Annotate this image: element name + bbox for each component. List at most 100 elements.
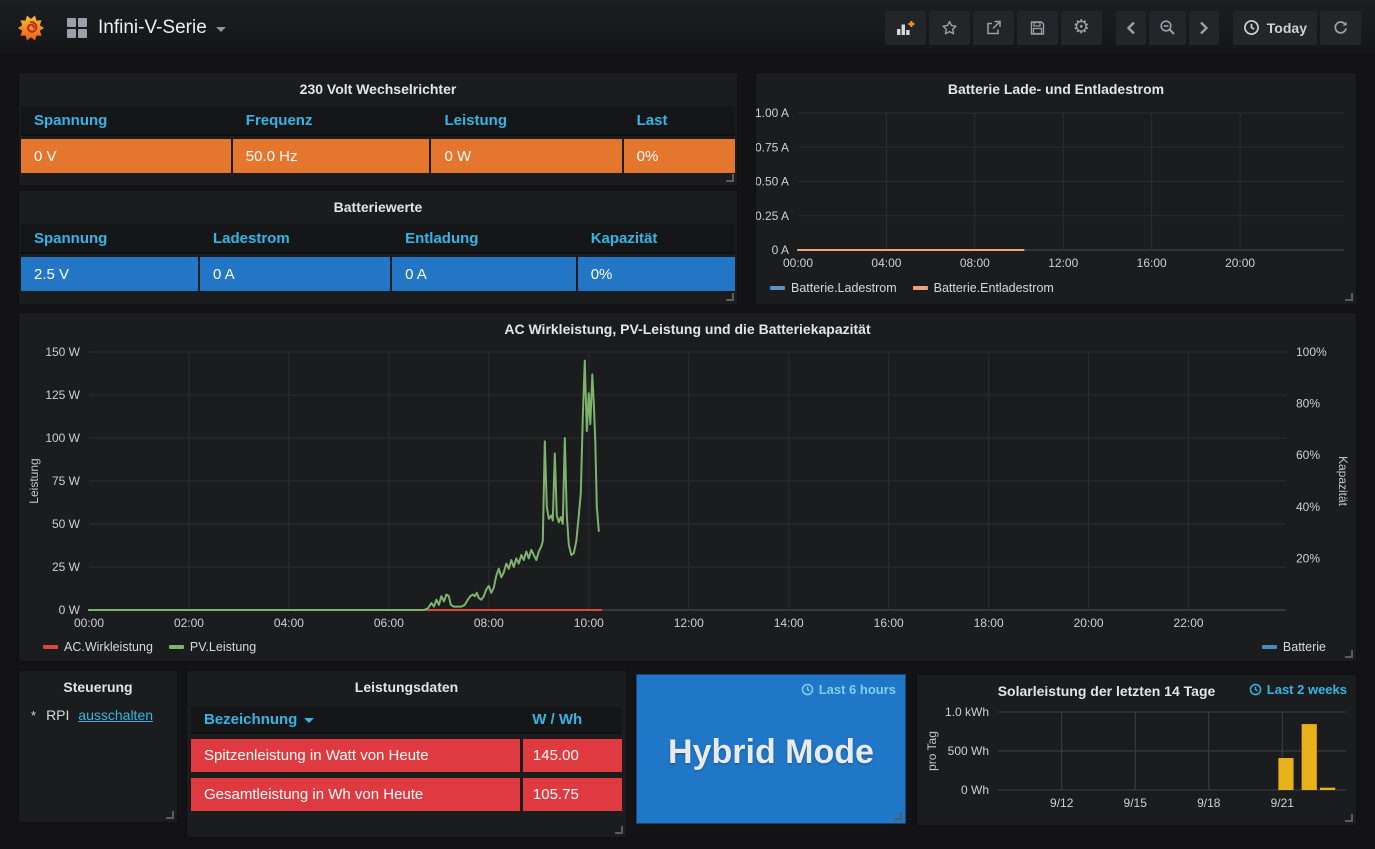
panel-resize-handle[interactable] xyxy=(894,812,902,820)
panel-resize-handle[interactable] xyxy=(615,826,623,834)
time-range-button[interactable]: Today xyxy=(1233,11,1317,45)
svg-text:20:00: 20:00 xyxy=(1074,616,1104,630)
settings-button[interactable]: ⚙ xyxy=(1061,11,1102,45)
svg-text:50 W: 50 W xyxy=(52,517,81,531)
svg-text:100%: 100% xyxy=(1296,345,1327,359)
legend-item[interactable]: Batterie xyxy=(1262,640,1326,654)
time-override-badge: Last 6 hours xyxy=(801,682,896,697)
legend-swatch-icon xyxy=(1262,645,1277,649)
star-button[interactable] xyxy=(929,11,970,45)
value-cell-frequenz: 50.0 Hz xyxy=(233,139,430,173)
chart-legend: Batterie.Ladestrom Batterie.Entladestrom xyxy=(770,281,1070,295)
panel-title[interactable]: 230 Volt Wechselrichter xyxy=(19,81,737,97)
battery-current-chart[interactable]: 0 A0.25 A0.50 A0.75 A1.00 A00:0004:0008:… xyxy=(756,73,1356,309)
gear-icon: ⚙ xyxy=(1073,18,1090,37)
column-header[interactable]: Spannung xyxy=(21,112,231,129)
panel-batteriewerte: Batteriewerte Spannung Ladestrom Entladu… xyxy=(18,190,738,305)
svg-text:9/12: 9/12 xyxy=(1050,796,1074,810)
share-button[interactable] xyxy=(973,11,1014,45)
column-header[interactable]: Entladung xyxy=(392,230,576,247)
legend-item[interactable]: AC.Wirkleistung xyxy=(43,640,153,654)
legend-swatch-icon xyxy=(43,645,58,649)
legend-swatch-icon xyxy=(770,286,785,290)
column-header[interactable]: Frequenz xyxy=(233,112,430,129)
grafana-logo-icon[interactable] xyxy=(17,14,45,42)
panel-resize-handle[interactable] xyxy=(166,811,174,819)
bullet: * xyxy=(31,708,36,723)
caret-down-icon xyxy=(216,27,226,32)
legend-label: AC.Wirkleistung xyxy=(64,640,153,654)
steuerung-content: * RPI ausschalten xyxy=(31,707,153,723)
save-button[interactable] xyxy=(1017,11,1058,45)
svg-text:9/21: 9/21 xyxy=(1271,796,1295,810)
column-header[interactable]: Spannung xyxy=(21,230,198,247)
panel-resize-handle[interactable] xyxy=(1345,814,1353,822)
svg-text:100 W: 100 W xyxy=(45,431,80,445)
table-header-row: Spannung Frequenz Leistung Last xyxy=(21,106,735,136)
svg-text:06:00: 06:00 xyxy=(374,616,404,630)
legend-label: Batterie.Entladestrom xyxy=(934,281,1054,295)
column-header[interactable]: Last xyxy=(624,112,735,129)
zoom-out-button[interactable] xyxy=(1149,11,1186,45)
svg-text:25 W: 25 W xyxy=(52,560,81,574)
refresh-icon xyxy=(1332,19,1349,36)
svg-text:08:00: 08:00 xyxy=(960,256,990,270)
value-cell-spannung: 2.5 V xyxy=(21,257,198,291)
value-cell-leistung: 0 W xyxy=(431,139,621,173)
svg-text:00:00: 00:00 xyxy=(783,256,813,270)
panel-solar-chart: Solarleistung der letzten 14 Tage Last 2… xyxy=(916,674,1357,826)
svg-text:0 Wh: 0 Wh xyxy=(961,783,989,797)
svg-text:02:00: 02:00 xyxy=(174,616,204,630)
legend-item[interactable]: Batterie.Ladestrom xyxy=(770,281,897,295)
clock-icon xyxy=(1243,19,1260,36)
table-header-row: Spannung Ladestrom Entladung Kapazität xyxy=(21,224,735,254)
panel-resize-handle[interactable] xyxy=(726,293,734,301)
panel-hybrid-mode: Last 6 hours Hybrid Mode xyxy=(636,674,906,824)
hybrid-mode-text: Hybrid Mode xyxy=(637,733,905,772)
column-header[interactable]: Kapazität xyxy=(578,230,735,247)
refresh-button[interactable] xyxy=(1320,11,1361,45)
panel-title[interactable]: Batteriewerte xyxy=(19,199,737,215)
add-panel-button[interactable] xyxy=(885,11,926,45)
column-header[interactable]: Ladestrom xyxy=(200,230,390,247)
time-forward-button[interactable] xyxy=(1189,11,1219,45)
svg-text:16:00: 16:00 xyxy=(874,616,904,630)
svg-text:500 Wh: 500 Wh xyxy=(948,744,989,758)
column-header-bezeichnung[interactable]: Bezeichnung xyxy=(191,711,522,728)
solar-daily-chart[interactable]: 0 Wh500 Wh1.0 kWh9/129/159/189/21pro Tag xyxy=(917,675,1356,830)
svg-text:9/18: 9/18 xyxy=(1197,796,1221,810)
legend-label: Batterie xyxy=(1283,640,1326,654)
nav-toolbar: ⚙ Today xyxy=(882,11,1361,45)
column-header[interactable]: Leistung xyxy=(431,112,621,129)
legend-item[interactable]: Batterie.Entladestrom xyxy=(913,281,1054,295)
table-header-row: Bezeichnung W / Wh xyxy=(191,707,622,734)
chart-legend: AC.Wirkleistung PV.Leistung xyxy=(43,640,272,654)
svg-text:14:00: 14:00 xyxy=(774,616,804,630)
zoom-out-icon xyxy=(1159,19,1176,36)
dashboard-title-dropdown[interactable]: Infini-V-Serie xyxy=(98,17,226,39)
chart-legend: Batterie xyxy=(1262,640,1342,654)
panel-steuerung: Steuerung * RPI ausschalten xyxy=(18,670,178,823)
panel-resize-handle[interactable] xyxy=(726,174,734,182)
badge-label: Last 6 hours xyxy=(819,682,896,697)
star-icon xyxy=(941,20,958,36)
rpi-label: RPI xyxy=(46,707,69,723)
main-power-chart[interactable]: 0 W25 W50 W75 W100 W125 W150 W00:0002:00… xyxy=(19,313,1356,666)
dashboards-icon[interactable] xyxy=(67,18,86,37)
svg-text:0.75 A: 0.75 A xyxy=(756,140,789,154)
share-icon xyxy=(985,20,1002,36)
panel-title[interactable]: Leistungsdaten xyxy=(187,679,626,695)
ausschalten-link[interactable]: ausschalten xyxy=(78,707,153,723)
panel-title[interactable]: Steuerung xyxy=(19,679,177,695)
time-back-button[interactable] xyxy=(1116,11,1146,45)
svg-text:00:00: 00:00 xyxy=(74,616,104,630)
panel-resize-handle[interactable] xyxy=(1345,650,1353,658)
legend-item[interactable]: PV.Leistung xyxy=(169,640,256,654)
clock-icon xyxy=(801,683,814,696)
column-header-wwh[interactable]: W / Wh xyxy=(522,711,622,728)
svg-text:20:00: 20:00 xyxy=(1225,256,1255,270)
svg-text:1.0 kWh: 1.0 kWh xyxy=(945,705,989,719)
time-range-label: Today xyxy=(1267,20,1307,36)
panel-resize-handle[interactable] xyxy=(1345,293,1353,301)
table-row: Spitzenleistung in Watt von Heute 145.00 xyxy=(191,739,622,772)
